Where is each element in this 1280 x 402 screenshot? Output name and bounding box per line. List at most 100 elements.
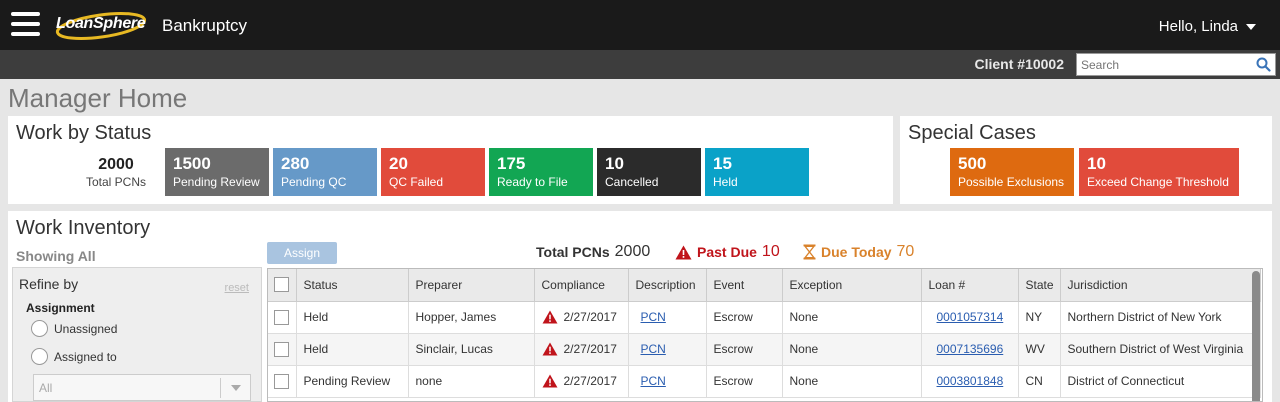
compliance-date: 2/27/2017 bbox=[563, 341, 617, 356]
radio-button[interactable] bbox=[31, 320, 48, 337]
summary-total: Total PCNs 2000 bbox=[536, 243, 650, 261]
table-header-row: Status Preparer Compliance Description E… bbox=[268, 269, 1261, 302]
cell-loan-number: 0003801848 bbox=[921, 365, 1019, 398]
total-pcns-label: Total PCNs bbox=[85, 175, 147, 189]
cell-compliance: 2/27/2017 bbox=[534, 301, 629, 334]
select-value: All bbox=[39, 381, 53, 395]
summary-due-today[interactable]: Due Today 70 bbox=[803, 243, 914, 261]
loansphere-logo[interactable]: LoanSphere bbox=[53, 11, 149, 41]
radio-unassigned[interactable]: Unassigned bbox=[31, 320, 117, 337]
search-icon[interactable] bbox=[1256, 57, 1271, 72]
greeting-label: Hello, Linda bbox=[1158, 18, 1238, 35]
row-checkbox[interactable] bbox=[274, 309, 289, 325]
row-select-cell bbox=[268, 333, 297, 366]
cell-event: Escrow bbox=[706, 301, 783, 334]
page-title: Manager Home bbox=[8, 83, 188, 113]
column-header-jurisdiction[interactable]: Jurisdiction bbox=[1060, 269, 1261, 302]
radio-label: Assigned to bbox=[54, 349, 117, 364]
cell-state: NY bbox=[1018, 301, 1061, 334]
column-header-status[interactable]: Status bbox=[296, 269, 409, 302]
cell-jurisdiction: Southern District of West Virginia bbox=[1060, 333, 1261, 366]
table-row[interactable]: Pending Review none 2/27/2017 PCN Escrow… bbox=[268, 365, 1261, 398]
column-header-loan-number[interactable]: Loan # bbox=[921, 269, 1019, 302]
user-menu[interactable]: Hello, Linda bbox=[1159, 18, 1256, 35]
status-tile-pending-qc[interactable]: 280 Pending QC bbox=[273, 148, 377, 196]
row-checkbox[interactable] bbox=[274, 373, 289, 389]
status-tile-pending-review[interactable]: 1500 Pending Review bbox=[165, 148, 269, 196]
tile-value: 280 bbox=[281, 154, 310, 173]
cell-loan-number: 0007135696 bbox=[921, 333, 1019, 366]
summary-total-label: Total PCNs bbox=[536, 244, 610, 260]
compliance-date: 2/27/2017 bbox=[563, 373, 617, 388]
special-tile-exceed-change-threshold[interactable]: 10 Exceed Change Threshold bbox=[1079, 148, 1239, 196]
compliance-date: 2/27/2017 bbox=[563, 309, 617, 324]
cell-exception: None bbox=[782, 365, 922, 398]
column-header-exception[interactable]: Exception bbox=[782, 269, 922, 302]
chevron-down-icon bbox=[1246, 23, 1256, 30]
reset-link[interactable]: reset bbox=[225, 282, 249, 294]
radio-label: Unassigned bbox=[54, 321, 118, 336]
column-header-state[interactable]: State bbox=[1018, 269, 1061, 302]
total-pcns-value: 2000 bbox=[98, 156, 134, 173]
cell-preparer: Hopper, James bbox=[408, 301, 535, 334]
description-link[interactable]: PCN bbox=[641, 310, 666, 324]
row-checkbox[interactable] bbox=[274, 341, 289, 357]
tile-label: Held bbox=[713, 175, 738, 189]
tile-value: 1500 bbox=[173, 154, 211, 173]
hourglass-icon bbox=[803, 244, 816, 260]
cell-description: PCN bbox=[628, 365, 707, 398]
assign-button[interactable]: Assign bbox=[267, 242, 337, 264]
column-header-event[interactable]: Event bbox=[706, 269, 783, 302]
summary-past-due[interactable]: Past Due 10 bbox=[675, 243, 780, 261]
cell-status: Held bbox=[296, 301, 409, 334]
status-tile-held[interactable]: 15 Held bbox=[705, 148, 809, 196]
tile-value: 10 bbox=[605, 154, 624, 173]
select-all-checkbox[interactable] bbox=[274, 277, 289, 293]
search-box[interactable] bbox=[1076, 53, 1276, 76]
tile-value: 10 bbox=[1087, 154, 1106, 173]
loan-number-link[interactable]: 0003801848 bbox=[937, 374, 1004, 388]
cell-loan-number: 0001057314 bbox=[921, 301, 1019, 334]
work-by-status-panel: Work by Status 2000 Total PCNs 1500 Pend… bbox=[8, 116, 893, 204]
client-label: Client #10002 bbox=[974, 56, 1065, 72]
description-link[interactable]: PCN bbox=[641, 342, 666, 356]
hamburger-menu-icon[interactable] bbox=[11, 12, 40, 38]
status-tile-ready-to-file[interactable]: 175 Ready to File bbox=[489, 148, 593, 196]
tile-label: Exceed Change Threshold bbox=[1087, 175, 1229, 189]
cell-description: PCN bbox=[628, 301, 707, 334]
warning-icon bbox=[542, 310, 557, 324]
tile-label: Cancelled bbox=[605, 175, 659, 189]
cell-state: CN bbox=[1018, 365, 1061, 398]
refine-panel: Refine by reset Assignment Unassigned As… bbox=[12, 267, 262, 402]
tile-value: 175 bbox=[497, 154, 526, 173]
status-tile-qc-failed[interactable]: 20 QC Failed bbox=[381, 148, 485, 196]
tile-label: Possible Exclusions bbox=[958, 175, 1065, 189]
assignee-select[interactable]: All bbox=[33, 374, 251, 401]
table-row[interactable]: Held Sinclair, Lucas 2/27/2017 PCN Escro… bbox=[268, 333, 1261, 366]
due-today-value: 70 bbox=[896, 243, 915, 260]
tile-value: 500 bbox=[958, 154, 987, 173]
search-input[interactable] bbox=[1077, 54, 1247, 75]
cell-preparer: none bbox=[408, 365, 535, 398]
warning-icon bbox=[542, 342, 557, 356]
column-header-preparer[interactable]: Preparer bbox=[408, 269, 535, 302]
work-by-status-title: Work by Status bbox=[16, 122, 152, 144]
table-row[interactable]: Held Hopper, James 2/27/2017 PCN Escrow … bbox=[268, 301, 1261, 334]
work-inventory-grid: Status Preparer Compliance Description E… bbox=[267, 268, 1263, 402]
special-cases-title: Special Cases bbox=[908, 122, 1036, 144]
loan-number-link[interactable]: 0001057314 bbox=[937, 310, 1004, 324]
tile-label: Pending Review bbox=[173, 175, 260, 189]
cell-exception: None bbox=[782, 333, 922, 366]
column-header-description[interactable]: Description bbox=[628, 269, 707, 302]
radio-button[interactable] bbox=[31, 348, 48, 365]
description-link[interactable]: PCN bbox=[641, 374, 666, 388]
grid-scrollbar[interactable] bbox=[1252, 271, 1260, 401]
special-tile-possible-exclusions[interactable]: 500 Possible Exclusions bbox=[950, 148, 1074, 196]
status-tile-cancelled[interactable]: 10 Cancelled bbox=[597, 148, 701, 196]
app-title: Bankruptcy bbox=[162, 16, 248, 35]
column-header-compliance[interactable]: Compliance bbox=[534, 269, 629, 302]
cell-event: Escrow bbox=[706, 365, 783, 398]
radio-assigned-to[interactable]: Assigned to bbox=[31, 348, 117, 365]
loan-number-link[interactable]: 0007135696 bbox=[937, 342, 1004, 356]
cell-status: Held bbox=[296, 333, 409, 366]
